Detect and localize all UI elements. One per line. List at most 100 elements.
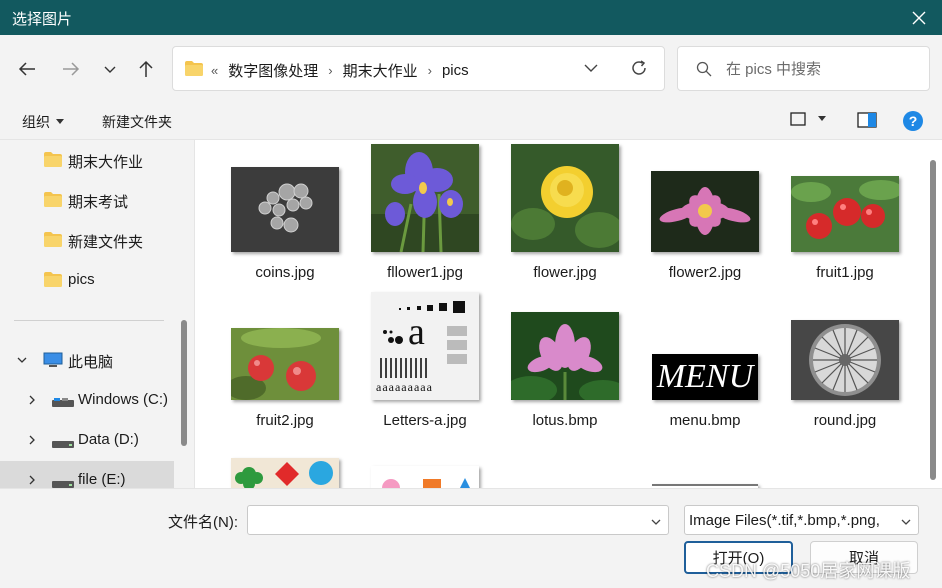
chevron-right-icon[interactable] (26, 393, 38, 410)
file-name: flower.jpg (533, 264, 597, 281)
file-item[interactable]: coins.jpg (215, 150, 355, 290)
file-list: coins.jpg fllower1.jpg flower.jpg flower… (194, 140, 942, 488)
sidebar-item-drive[interactable]: Data (D:) (0, 421, 174, 459)
thumbnail-round (791, 320, 899, 400)
breadcrumb-item[interactable]: 期末大作业 (343, 60, 418, 81)
thumbnail-shapes (231, 458, 339, 488)
sidebar-item-label: pics (68, 271, 95, 288)
breadcrumb-item[interactable]: 数字图像处理 (228, 60, 318, 81)
chevron-down-icon[interactable] (650, 515, 662, 531)
sidebar-item-folder[interactable]: 新建文件夹 (0, 221, 174, 259)
file-name: menu.bmp (669, 412, 741, 429)
help-button[interactable]: ? (903, 111, 923, 134)
thumbnail-letters-a: a a a a a a a a a a (371, 292, 479, 400)
view-options-button[interactable] (790, 112, 826, 126)
preview-pane-icon (857, 112, 877, 128)
file-item[interactable]: fruit2.jpg (215, 298, 355, 438)
caret-down-icon (818, 116, 826, 121)
thumb-letter-row: a a a a a a a a a (376, 380, 432, 394)
file-item[interactable]: round.jpg (775, 298, 915, 438)
sidebar-item-folder[interactable]: 期末大作业 (0, 141, 174, 179)
sidebar-item-label: Windows (C:) (78, 391, 169, 408)
file-name: round.jpg (813, 412, 877, 429)
filetype-select[interactable]: Image Files(*.tif,*.bmp,*.png, (684, 505, 919, 535)
sidebar-item-drive-selected[interactable]: file (E:) (0, 461, 174, 488)
sidebar-item-folder[interactable]: 期末考试 (0, 181, 174, 219)
file-item-partial[interactable] (635, 446, 775, 488)
sidebar-item-label: file (E:) (78, 471, 126, 488)
refresh-button[interactable] (629, 58, 649, 81)
chevron-down-icon[interactable] (16, 353, 28, 370)
file-item[interactable]: MENU menu.bmp (635, 298, 775, 438)
file-name: coins.jpg (255, 264, 315, 281)
search-box[interactable] (677, 46, 930, 91)
organize-menu-button[interactable]: 组织 (22, 112, 64, 132)
caret-down-icon (56, 119, 64, 124)
breadcrumb-separator[interactable]: › (428, 63, 432, 78)
file-name: fruit2.jpg (256, 412, 314, 429)
content-scrollbar[interactable] (930, 160, 936, 480)
thumb-menu-text: MENU (656, 358, 754, 395)
sidebar-item-label: Data (D:) (78, 431, 139, 448)
breadcrumb-overflow[interactable]: « (211, 63, 218, 78)
file-item[interactable]: fllower1.jpg (355, 144, 495, 290)
thumbnail-lotus (511, 312, 619, 400)
close-icon (912, 11, 926, 24)
arrow-right-icon (63, 62, 80, 76)
chevron-down-icon (584, 64, 598, 72)
file-item[interactable]: flower.jpg (495, 144, 635, 290)
view-icon (790, 112, 806, 126)
recent-locations-button[interactable] (98, 57, 122, 81)
thumbnail-flower (511, 144, 619, 252)
back-button[interactable] (15, 57, 39, 81)
file-item[interactable]: a a a a a a a a a a Letters-a.jpg (355, 292, 495, 438)
sidebar-item-this-pc[interactable]: 此电脑 (0, 341, 174, 379)
up-button[interactable] (134, 57, 158, 81)
file-item[interactable]: lotus.bmp (495, 298, 635, 438)
title-bar: 选择图片 (0, 0, 942, 35)
file-name: lotus.bmp (532, 412, 598, 429)
drive-icon (52, 436, 74, 453)
new-folder-button[interactable]: 新建文件夹 (102, 112, 172, 132)
file-name: flower2.jpg (668, 264, 742, 281)
close-button[interactable] (896, 0, 942, 35)
thumbnail-coins (231, 167, 339, 252)
thumbnail-flower2 (651, 171, 759, 252)
command-bar: 组织 新建文件夹 ? (0, 102, 942, 140)
arrow-up-icon (139, 60, 153, 77)
file-item[interactable]: flower2.jpg (635, 150, 775, 290)
file-item-partial[interactable] (355, 446, 495, 488)
address-dropdown-button[interactable] (583, 59, 599, 78)
forward-button[interactable] (59, 57, 83, 81)
address-bar[interactable]: « 数字图像处理 › 期末大作业 › pics (172, 46, 665, 91)
file-name: Letters-a.jpg (383, 412, 467, 429)
filename-combobox[interactable] (247, 505, 669, 535)
folder-icon (44, 152, 62, 171)
sidebar-item-label: 新建文件夹 (68, 234, 144, 251)
thumbnail-fruit2 (231, 328, 339, 400)
sidebar-scrollbar[interactable] (181, 320, 187, 446)
sidebar-divider (14, 320, 164, 321)
chevron-right-icon[interactable] (26, 473, 38, 488)
sidebar-item-drive[interactable]: Windows (C:) (0, 381, 174, 419)
chevron-down-icon (104, 66, 116, 73)
thumbnail-fruit1 (791, 176, 899, 252)
file-name: fllower1.jpg (387, 264, 463, 281)
search-input[interactable] (726, 57, 916, 81)
arrow-left-icon (18, 62, 35, 76)
preview-pane-button[interactable] (857, 112, 877, 131)
navigation-pane: 期末大作业 期末考试 新建文件夹 pics 此电脑 Windows (C:) D… (0, 140, 194, 488)
file-item[interactable]: fruit1.jpg (775, 150, 915, 290)
sidebar-item-folder[interactable]: pics (0, 261, 174, 299)
file-item-partial[interactable] (215, 446, 355, 488)
breadcrumb-item[interactable]: pics (442, 62, 469, 79)
refresh-icon (632, 60, 646, 75)
sidebar-item-label: 期末考试 (68, 194, 129, 211)
help-icon: ? (903, 111, 923, 131)
chevron-right-icon[interactable] (26, 433, 38, 450)
filetype-value: Image Files(*.tif,*.bmp,*.png, (689, 512, 880, 529)
folder-icon (44, 232, 62, 251)
filename-label: 文件名(N): (168, 514, 238, 531)
breadcrumb-separator[interactable]: › (328, 63, 332, 78)
breadcrumb: « 数字图像处理 › 期末大作业 › pics (211, 60, 469, 81)
